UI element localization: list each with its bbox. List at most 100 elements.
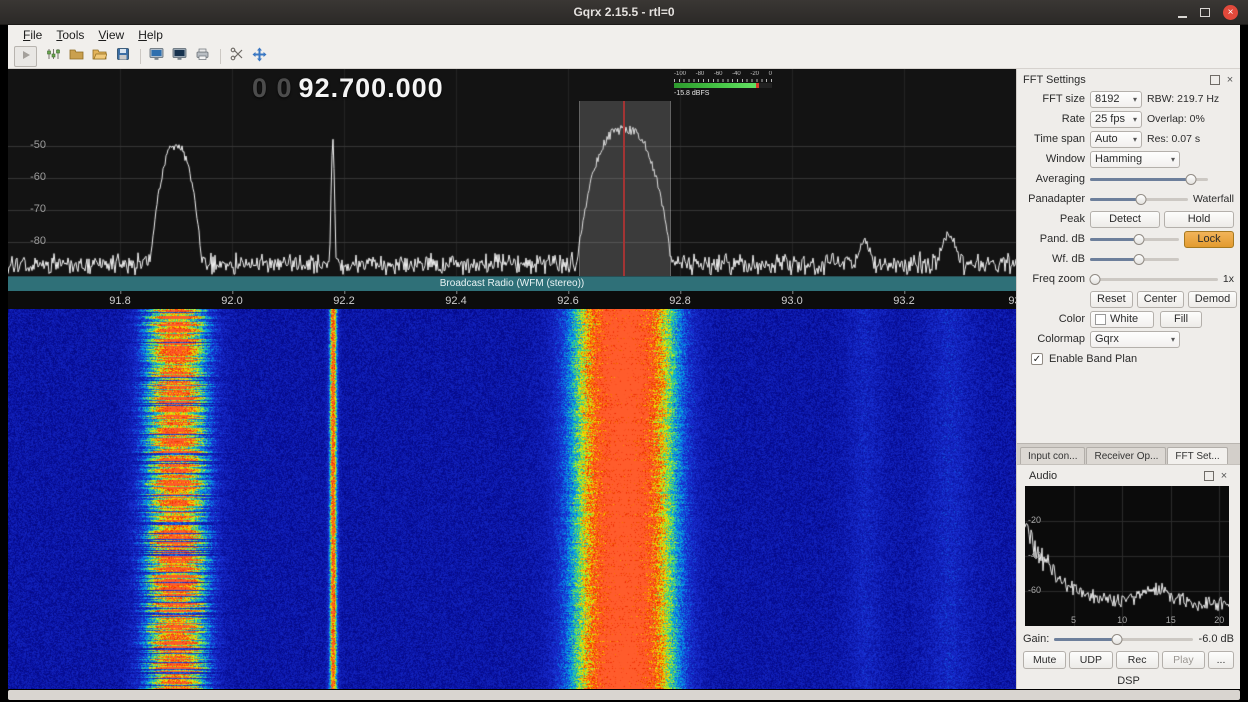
gain-value: -6.0 dB <box>1199 633 1234 645</box>
tab-input-controls[interactable]: Input con... <box>1020 447 1085 464</box>
right-panel: FFT Settings FFT size 8192 RBW: 219.7 Hz… <box>1016 69 1240 689</box>
gain-slider[interactable] <box>1054 632 1192 647</box>
frequency-leading-zeros: 0 0 <box>252 73 293 103</box>
udp-button[interactable]: UDP <box>1069 651 1112 669</box>
rec-button[interactable]: Rec <box>1116 651 1159 669</box>
pand-db-row: Pand. dB Lock <box>1023 229 1234 249</box>
colormap-label: Colormap <box>1023 333 1085 345</box>
peak-hold-button[interactable]: Hold <box>1164 211 1234 228</box>
menu-tools[interactable]: Tools <box>49 26 91 44</box>
res-text: Res: 0.07 s <box>1147 133 1200 145</box>
window-label: Window <box>1023 153 1085 165</box>
rate-label: Rate <box>1023 113 1085 125</box>
more-button[interactable]: ... <box>1208 651 1234 669</box>
audio-buttons: Mute UDP Rec Play ... <box>1023 651 1234 670</box>
enable-band-plan-checkbox[interactable] <box>1031 353 1043 365</box>
rate-row: Rate 25 fps Overlap: 0% <box>1023 109 1234 129</box>
reset-button[interactable]: Reset <box>1090 291 1133 308</box>
dock-tab-bar: Input con... Receiver Op... FFT Set... <box>1017 443 1240 464</box>
menu-view[interactable]: View <box>91 26 131 44</box>
waterfall-canvas[interactable] <box>8 309 1016 689</box>
play-icon <box>20 48 32 66</box>
peak-detect-button[interactable]: Detect <box>1090 211 1160 228</box>
averaging-row: Averaging <box>1023 169 1234 189</box>
fft-size-label: FFT size <box>1023 93 1085 105</box>
dock-float-icon[interactable] <box>1210 75 1220 85</box>
color-swatch <box>1095 314 1106 325</box>
db-axis-label: -70 <box>18 203 46 215</box>
dock-close-icon[interactable] <box>1225 75 1235 85</box>
plot-column: -50 -60 -70 -80 0 092.700.000 -100 -80 -… <box>8 69 1016 689</box>
tab-fft-settings[interactable]: FFT Set... <box>1167 447 1227 464</box>
io-devices-button[interactable] <box>43 47 64 66</box>
frequency-scale[interactable]: 91.892.092.292.492.692.893.093.293. <box>8 291 1016 309</box>
audio-panel: Audio -20-40-605101520 Gain: -6.0 dB <box>1017 464 1240 689</box>
pand-db-slider[interactable] <box>1090 232 1179 247</box>
frequency-display[interactable]: 0 092.700.000 <box>252 73 444 104</box>
dsp-label: DSP <box>1023 675 1234 687</box>
center-button[interactable]: Center <box>1137 291 1184 308</box>
dbfs-tick: -100 <box>674 71 686 78</box>
minimize-button[interactable] <box>1178 8 1187 18</box>
start-dsp-button[interactable] <box>14 46 37 67</box>
fill-button[interactable]: Fill <box>1160 311 1202 328</box>
freq-zoom-value: 1x <box>1223 273 1234 285</box>
rate-select[interactable]: 25 fps <box>1090 111 1142 128</box>
freq-tick-label: 92.4 <box>445 295 466 307</box>
rbw-text: RBW: 219.7 Hz <box>1147 93 1219 105</box>
move-icon <box>252 47 267 67</box>
window-select[interactable]: Hamming <box>1090 151 1180 168</box>
color-select[interactable]: White <box>1090 311 1154 328</box>
wf-db-slider[interactable] <box>1090 252 1179 267</box>
time-span-select[interactable]: Auto <box>1090 131 1142 148</box>
play-button[interactable]: Play <box>1162 651 1205 669</box>
load-settings-button[interactable] <box>66 47 87 66</box>
pandapter-canvas[interactable] <box>8 69 1016 276</box>
mute-button[interactable]: Mute <box>1023 651 1066 669</box>
colormap-select[interactable]: Gqrx <box>1090 331 1180 348</box>
scissors-icon <box>230 47 244 66</box>
freq-tick-label: 93.2 <box>893 295 914 307</box>
db-axis-label: -50 <box>18 139 46 151</box>
lock-button[interactable]: Lock <box>1184 231 1234 248</box>
fft-size-row: FFT size 8192 RBW: 219.7 Hz <box>1023 89 1234 109</box>
split-slider[interactable] <box>1090 192 1188 207</box>
fft-size-select[interactable]: 8192 <box>1090 91 1142 108</box>
dock-close-icon[interactable] <box>1219 471 1229 481</box>
chevron-down-icon <box>1171 335 1175 344</box>
freq-tick-label: 93.0 <box>781 295 802 307</box>
pandapter-view-button[interactable] <box>146 47 167 66</box>
freq-tick-label: 93. <box>1008 295 1016 307</box>
panadapter-label: Panadapter <box>1023 193 1085 205</box>
freq-tick-label: 92.6 <box>557 295 578 307</box>
dock-float-icon[interactable] <box>1204 471 1214 481</box>
cut-button[interactable] <box>226 47 247 66</box>
dbfs-bar <box>674 83 772 88</box>
chevron-down-icon <box>1171 155 1175 164</box>
fft-settings-header: FFT Settings <box>1017 69 1240 89</box>
freq-tick-label: 92.0 <box>221 295 242 307</box>
demod-button[interactable]: Demod <box>1188 291 1237 308</box>
audio-fft-plot: -20-40-605101520 <box>1025 486 1229 626</box>
menu-help[interactable]: Help <box>131 26 170 44</box>
close-button[interactable] <box>1223 5 1238 20</box>
window-value: Hamming <box>1095 153 1142 165</box>
open-folder-button[interactable] <box>89 47 110 66</box>
averaging-slider[interactable] <box>1090 172 1208 187</box>
tab-receiver-options[interactable]: Receiver Op... <box>1086 447 1166 464</box>
wf-db-label: Wf. dB <box>1023 253 1085 265</box>
db-axis-label: -80 <box>18 235 46 247</box>
save-settings-button[interactable] <box>112 47 133 66</box>
chevron-down-icon <box>1133 135 1137 144</box>
waterfall-view-button[interactable] <box>169 47 190 66</box>
pan-button[interactable] <box>249 47 270 66</box>
record-button[interactable] <box>192 47 213 66</box>
maximize-button[interactable] <box>1200 8 1210 17</box>
overlap-text: Overlap: 0% <box>1147 113 1205 125</box>
fft-settings-title: FFT Settings <box>1023 74 1205 86</box>
fft-settings-panel: FFT size 8192 RBW: 219.7 Hz Rate 25 fps … <box>1017 89 1240 443</box>
menu-file[interactable]: File <box>16 26 49 44</box>
gain-label: Gain: <box>1023 633 1049 645</box>
freq-zoom-slider[interactable] <box>1090 272 1218 287</box>
reset-center-demod-row: Reset Center Demod <box>1023 289 1234 309</box>
